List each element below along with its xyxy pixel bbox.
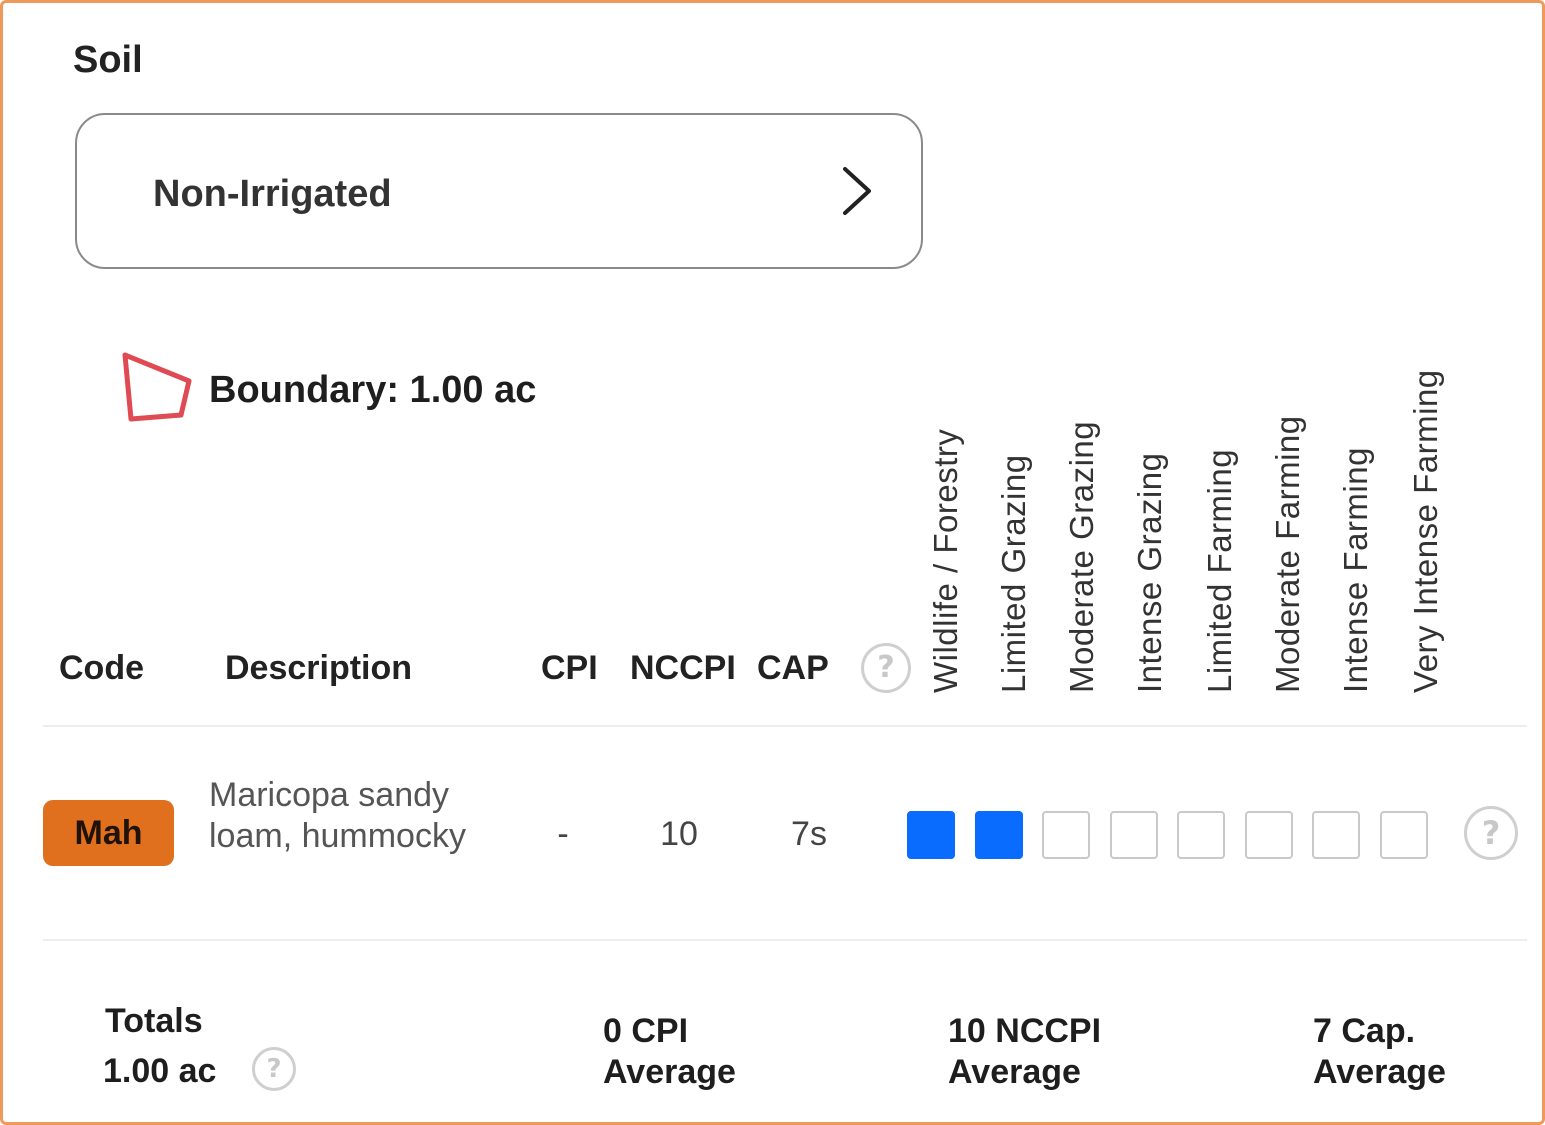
header-divider xyxy=(43,725,1527,727)
totals-area: 1.00 ac xyxy=(103,1052,217,1090)
capability-box-limited-grazing xyxy=(975,811,1023,859)
capability-box-intense-grazing xyxy=(1110,811,1158,859)
nccpi-value: 10 xyxy=(660,815,698,853)
column-header-cpi: CPI xyxy=(541,649,598,687)
total-cap-label: Average xyxy=(1313,1053,1446,1091)
soil-code-badge[interactable]: Mah xyxy=(43,800,174,866)
irrigation-selector[interactable]: Non-Irrigated xyxy=(75,113,923,269)
capability-box-intense-farming xyxy=(1312,811,1360,859)
totals-help-icon[interactable]: ? xyxy=(252,1047,296,1091)
irrigation-selector-value: Non-Irrigated xyxy=(153,173,392,215)
chevron-right-icon xyxy=(843,167,871,215)
capability-box-moderate-farming xyxy=(1245,811,1293,859)
totals-label: Totals xyxy=(105,1002,203,1040)
column-header-cap: CAP xyxy=(757,649,829,687)
total-cpi-label: Average xyxy=(603,1053,736,1091)
row-help-icon[interactable]: ? xyxy=(1464,806,1518,860)
capability-box-limited-farming xyxy=(1177,811,1225,859)
column-header-nccpi: NCCPI xyxy=(630,649,736,687)
column-header-description: Description xyxy=(225,649,413,687)
total-nccpi-value: 10 NCCPI xyxy=(948,1012,1102,1050)
total-cap-value: 7 Cap. xyxy=(1313,1012,1416,1050)
capability-box-very-intense-farming xyxy=(1380,811,1428,859)
polygon-icon xyxy=(122,352,192,422)
soil-description: Maricopa sandy loam, hummocky xyxy=(209,776,466,855)
row-divider xyxy=(43,939,1527,941)
soil-panel: Soil Non-Irrigated Boundary: 1.00 ac Cod… xyxy=(0,0,1545,1125)
capability-box-wildlife-forestry xyxy=(907,811,955,859)
cpi-value: - xyxy=(557,815,569,853)
cap-value: 7s xyxy=(791,815,827,853)
total-cpi-value: 0 CPI xyxy=(603,1012,689,1050)
boundary-area: Boundary: 1.00 ac xyxy=(209,369,537,411)
cap-help-icon[interactable]: ? xyxy=(861,643,911,693)
total-nccpi-label: Average xyxy=(948,1053,1081,1091)
capability-box-moderate-grazing xyxy=(1042,811,1090,859)
panel-title: Soil xyxy=(73,39,143,81)
column-header-code: Code xyxy=(59,649,144,687)
